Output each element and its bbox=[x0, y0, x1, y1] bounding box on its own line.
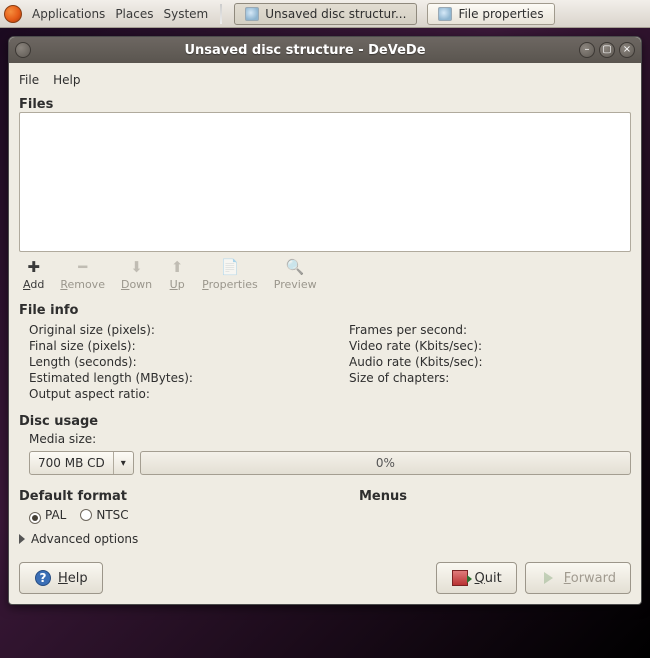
remove-button[interactable]: ━ Remove bbox=[60, 258, 105, 291]
disc-usage-progress: 0% bbox=[140, 451, 631, 475]
arrow-down-icon: ⬇ bbox=[128, 258, 146, 276]
radio-icon bbox=[29, 512, 41, 524]
ubuntu-logo-icon bbox=[4, 5, 22, 23]
vrate-label: Video rate (Kbits/sec): bbox=[349, 338, 631, 354]
menubar: File Help bbox=[19, 69, 631, 93]
down-button[interactable]: ⬇ Down bbox=[121, 258, 152, 291]
original-size-label: Original size (pixels): bbox=[29, 322, 349, 338]
arate-label: Audio rate (Kbits/sec): bbox=[349, 354, 631, 370]
titlebar[interactable]: Unsaved disc structure - DeVeDe – ▢ × bbox=[9, 37, 641, 63]
final-size-label: Final size (pixels): bbox=[29, 338, 349, 354]
help-icon: ? bbox=[35, 570, 51, 586]
dialog-button-row: ? Help Quit Forward bbox=[19, 562, 631, 594]
menu-file[interactable]: File bbox=[19, 73, 39, 87]
default-format-header: Default format bbox=[19, 489, 359, 504]
format-radio-group: PAL NTSC bbox=[19, 508, 631, 524]
fps-label: Frames per second: bbox=[349, 322, 631, 338]
arrow-up-icon: ⬆ bbox=[168, 258, 186, 276]
length-label: Length (seconds): bbox=[29, 354, 349, 370]
aspect-label: Output aspect ratio: bbox=[29, 386, 349, 402]
media-size-combo[interactable]: 700 MB CD ▾ bbox=[29, 451, 134, 475]
window-menu-icon[interactable] bbox=[15, 42, 31, 58]
triangle-right-icon bbox=[19, 534, 25, 544]
menus-header: Menus bbox=[359, 489, 631, 504]
quit-button[interactable]: Quit bbox=[436, 562, 517, 594]
advanced-options-expander[interactable]: Advanced options bbox=[19, 532, 631, 546]
help-button[interactable]: ? Help bbox=[19, 562, 103, 594]
files-toolbar: ✚ Add ━ Remove ⬇ Down ⬆ Up 📄 Properties … bbox=[19, 252, 631, 293]
disc-usage-header: Disc usage bbox=[19, 414, 631, 429]
files-label: Files bbox=[19, 97, 631, 112]
radio-ntsc[interactable]: NTSC bbox=[80, 508, 128, 524]
radio-pal[interactable]: PAL bbox=[29, 508, 66, 524]
maximize-button[interactable]: ▢ bbox=[599, 42, 615, 58]
chapters-label: Size of chapters: bbox=[349, 370, 631, 386]
close-button[interactable]: × bbox=[619, 42, 635, 58]
add-button[interactable]: ✚ Add bbox=[23, 258, 44, 291]
forward-button[interactable]: Forward bbox=[525, 562, 631, 594]
progress-text: 0% bbox=[376, 456, 395, 470]
media-size-value: 700 MB CD bbox=[30, 456, 113, 470]
panel-system[interactable]: System bbox=[163, 7, 208, 21]
window-title: Unsaved disc structure - DeVeDe bbox=[37, 43, 573, 58]
preview-button[interactable]: 🔍 Preview bbox=[274, 258, 317, 291]
advanced-options-label: Advanced options bbox=[31, 532, 138, 546]
plus-icon: ✚ bbox=[25, 258, 43, 276]
disc-icon bbox=[438, 7, 452, 21]
document-icon: 📄 bbox=[221, 258, 239, 276]
quit-icon bbox=[452, 570, 468, 586]
menu-help[interactable]: Help bbox=[53, 73, 80, 87]
gnome-panel: Applications Places System Unsaved disc … bbox=[0, 0, 650, 28]
window-body: File Help Files ✚ Add ━ Remove ⬇ Down ⬆ … bbox=[9, 63, 641, 604]
fileinfo-header: File info bbox=[19, 303, 631, 318]
panel-places[interactable]: Places bbox=[115, 7, 153, 21]
arrow-right-icon bbox=[544, 572, 553, 584]
est-length-label: Estimated length (MBytes): bbox=[29, 370, 349, 386]
disc-icon bbox=[245, 7, 259, 21]
taskbar-item-fileprops[interactable]: File properties bbox=[427, 3, 554, 25]
taskbar-item-label: Unsaved disc structur... bbox=[265, 7, 406, 21]
files-list[interactable] bbox=[19, 112, 631, 252]
panel-applications[interactable]: Applications bbox=[32, 7, 105, 21]
up-button[interactable]: ⬆ Up bbox=[168, 258, 186, 291]
taskbar-item-label: File properties bbox=[458, 7, 543, 21]
radio-icon bbox=[80, 509, 92, 521]
properties-button[interactable]: 📄 Properties bbox=[202, 258, 258, 291]
minimize-button[interactable]: – bbox=[579, 42, 595, 58]
fileinfo-grid: Original size (pixels): Final size (pixe… bbox=[19, 322, 631, 402]
media-size-label: Media size: bbox=[19, 431, 631, 447]
panel-separator bbox=[220, 4, 222, 24]
app-window: Unsaved disc structure - DeVeDe – ▢ × Fi… bbox=[8, 36, 642, 605]
chevron-down-icon: ▾ bbox=[113, 452, 133, 474]
minus-icon: ━ bbox=[74, 258, 92, 276]
taskbar-item-devede[interactable]: Unsaved disc structur... bbox=[234, 3, 417, 25]
preview-icon: 🔍 bbox=[286, 258, 304, 276]
